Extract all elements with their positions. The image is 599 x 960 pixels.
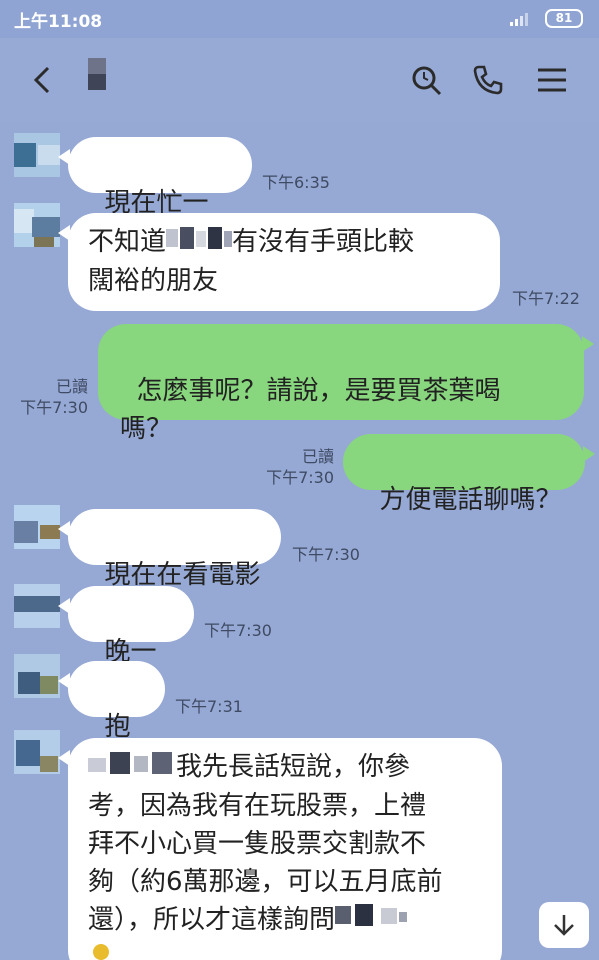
contact-avatar[interactable] — [14, 654, 60, 698]
message-time: 下午7:30 — [292, 545, 360, 564]
message-text: 有沒有手頭比較 — [232, 227, 415, 257]
message-time: 下午7:30 — [20, 398, 88, 417]
message-bubble[interactable]: 我先長話短說，你參 考，因為我有在玩股票，上禮 拜不小心買一隻股票交割款不 夠（… — [58, 738, 502, 960]
contact-avatar[interactable] — [14, 133, 60, 177]
redacted-name-mosaic — [166, 224, 233, 262]
message-time: 下午7:31 — [175, 697, 243, 716]
message-bubble[interactable]: 現在忙一下 — [58, 137, 252, 256]
chat-header — [0, 38, 599, 122]
message-text: 闊裕的朋友 — [88, 265, 219, 296]
contact-avatar[interactable] — [14, 730, 60, 774]
message-bubble[interactable]: 怎麼事呢？請說，是要買茶葉喝 嗎？ — [98, 324, 594, 444]
emoji-icon — [93, 944, 109, 960]
signal-icon — [510, 13, 528, 26]
message-text: 我先長話短說，你參 — [176, 752, 411, 782]
message-time: 下午7:30 — [204, 621, 272, 640]
contact-avatar[interactable] — [14, 203, 60, 247]
message-bubble[interactable]: 現在在看電影 — [58, 509, 281, 590]
message-bubble[interactable]: 方便電話聊嗎？ — [343, 434, 595, 515]
back-arrow-icon[interactable] — [26, 62, 62, 98]
message-bubble[interactable]: 不知道 有沒有手頭比較 闊裕的朋友 — [58, 213, 500, 311]
search-icon[interactable] — [408, 62, 444, 98]
phone-icon[interactable] — [470, 62, 506, 98]
contact-avatar[interactable] — [14, 584, 60, 628]
message-bubble[interactable]: 抱歉 — [58, 661, 165, 780]
contact-name-redacted — [88, 58, 106, 90]
message-text: 不知道 — [88, 227, 167, 257]
arrow-down-icon — [554, 915, 574, 936]
scroll-to-bottom-button[interactable] — [539, 902, 589, 948]
message-time: 下午7:30 — [266, 468, 334, 487]
redacted-name-mosaic — [88, 749, 176, 787]
status-time: 上午11:08 — [14, 12, 103, 32]
message-text: 方便電話聊嗎？ — [379, 485, 562, 515]
message-time: 下午6:35 — [262, 173, 330, 192]
redacted-name-mosaic — [335, 901, 409, 939]
status-bar: 上午11:08 81 — [0, 0, 599, 38]
message-time: 下午7:22 — [512, 289, 580, 308]
message-bubble[interactable]: 晚一點 — [58, 586, 194, 705]
battery-indicator: 81 — [545, 9, 583, 28]
menu-icon[interactable] — [534, 62, 570, 98]
contact-avatar[interactable] — [14, 505, 60, 549]
